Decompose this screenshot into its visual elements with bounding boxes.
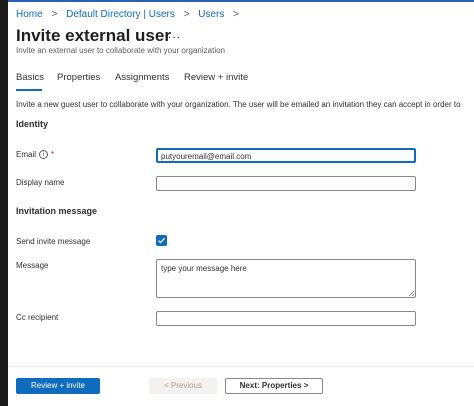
- invitation-heading: Invitation message: [16, 206, 98, 216]
- display-name-field[interactable]: [156, 176, 416, 191]
- footer-divider: [8, 366, 474, 367]
- tab-active-indicator: [16, 89, 42, 91]
- next-properties-button[interactable]: Next: Properties >: [225, 378, 323, 394]
- chevron-right-icon: >: [51, 9, 58, 20]
- email-label: Email: [16, 150, 37, 159]
- cc-recipient-field[interactable]: [156, 311, 416, 326]
- intro-text: Invite a new guest user to collaborate w…: [16, 100, 461, 109]
- breadcrumb-home[interactable]: Home: [16, 9, 43, 20]
- info-icon[interactable]: i: [39, 150, 49, 160]
- previous-button[interactable]: < Previous: [149, 378, 217, 394]
- top-accent-line: [8, 0, 474, 2]
- page-subtitle: Invite an external user to collaborate w…: [16, 46, 226, 55]
- page-title: Invite external user: [16, 26, 171, 45]
- resize-grip-icon[interactable]: [408, 290, 414, 296]
- send-invite-checkbox[interactable]: [156, 235, 167, 246]
- display-name-label: Display name: [16, 178, 65, 187]
- identity-heading: Identity: [16, 119, 49, 129]
- tab-assignments[interactable]: Assignments: [115, 72, 169, 83]
- message-text: type your message here: [161, 264, 247, 273]
- email-label-group: Email i *: [16, 150, 55, 160]
- tab-review-invite[interactable]: Review + invite: [184, 72, 248, 83]
- tab-properties[interactable]: Properties: [57, 72, 100, 83]
- message-label: Message: [16, 261, 49, 270]
- review-invite-button[interactable]: Review + invite: [16, 378, 100, 394]
- invite-panel: Home > Default Directory | Users > Users…: [8, 0, 474, 406]
- email-field[interactable]: putyouremail@email.com: [156, 148, 416, 163]
- chevron-right-icon: >: [183, 9, 190, 20]
- chevron-right-icon: >: [233, 9, 239, 20]
- cc-recipient-label: Cc recipient: [16, 313, 59, 322]
- tab-basics[interactable]: Basics: [16, 72, 44, 83]
- more-options-icon[interactable]: ...: [168, 27, 181, 41]
- required-asterisk: *: [51, 150, 55, 159]
- breadcrumb-directory[interactable]: Default Directory | Users: [66, 9, 175, 20]
- breadcrumb: Home > Default Directory | Users > Users…: [16, 9, 245, 20]
- breadcrumb-users[interactable]: Users: [198, 9, 224, 20]
- send-invite-label: Send invite message: [16, 237, 91, 246]
- message-textarea[interactable]: type your message here: [156, 259, 416, 298]
- checkmark-icon: [158, 237, 166, 244]
